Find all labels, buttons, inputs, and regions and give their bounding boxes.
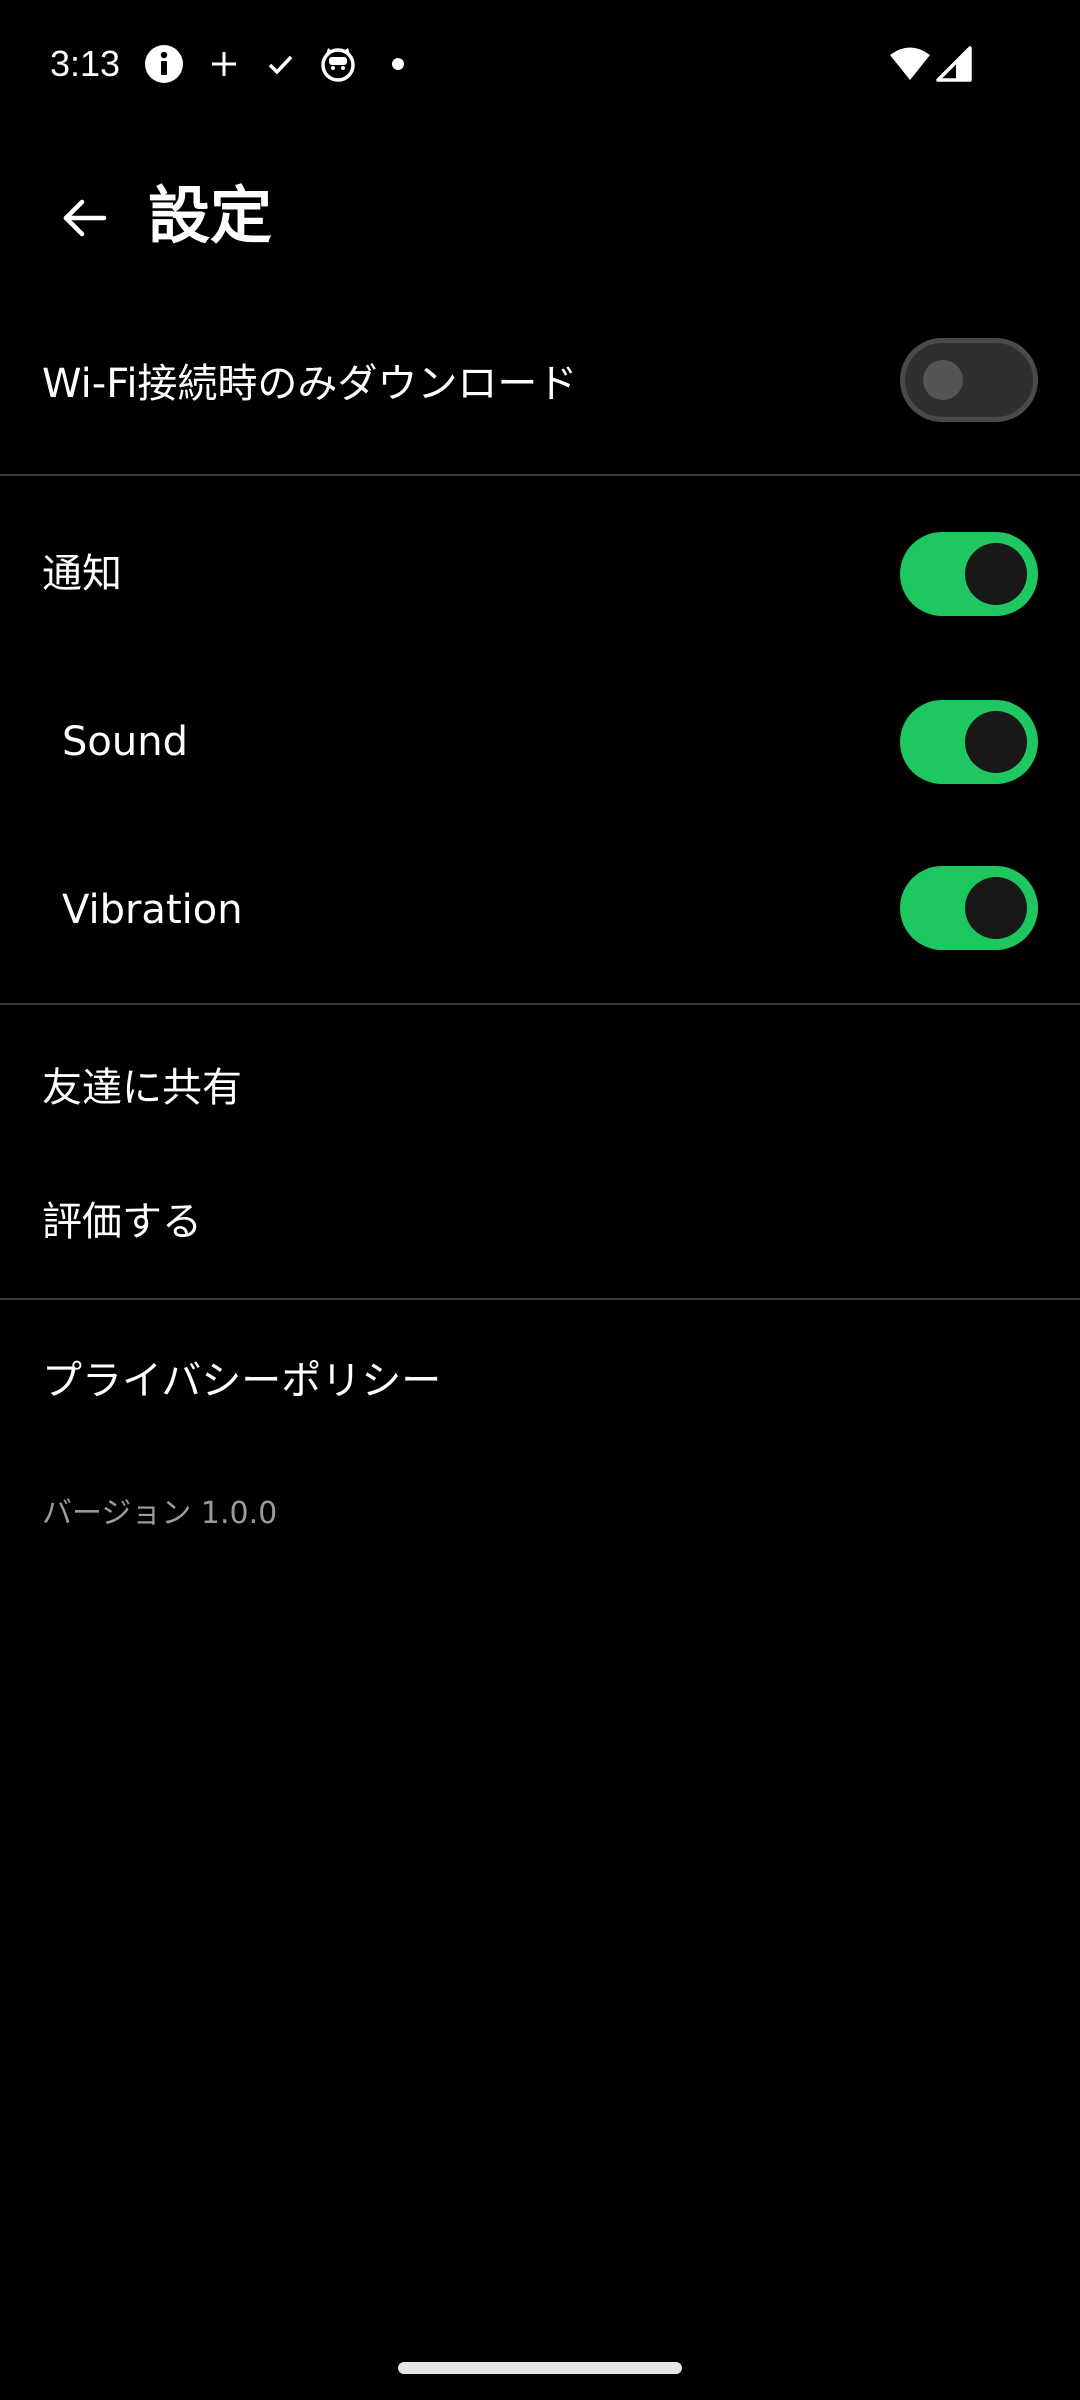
divider	[0, 474, 1080, 476]
divider	[0, 1003, 1080, 1005]
sound-row[interactable]: Sound	[0, 678, 1080, 808]
notifications-row[interactable]: 通知	[0, 510, 1080, 640]
version-text: バージョン 1.0.0	[42, 1496, 278, 1531]
notifications-label: 通知	[42, 551, 122, 597]
vibration-row[interactable]: Vibration	[0, 846, 1080, 976]
app-bar: 設定	[0, 150, 1080, 280]
dot-icon	[378, 44, 418, 84]
privacy-policy-label: プライバシーポリシー	[42, 1358, 442, 1404]
switch-knob	[923, 360, 963, 400]
privacy-policy-row[interactable]: プライバシーポリシー	[0, 1320, 1080, 1440]
vibration-label: Vibration	[62, 887, 243, 933]
divider	[0, 1298, 1080, 1300]
wifi-only-label: Wi-Fi接続時のみダウンロード	[42, 361, 578, 407]
switch-knob	[965, 711, 1027, 773]
wifi-icon	[888, 44, 932, 84]
arrow-back-icon	[60, 194, 108, 246]
back-button[interactable]	[44, 180, 124, 260]
cat-face-icon	[318, 44, 358, 84]
plus-icon	[204, 44, 244, 84]
notifications-switch[interactable]	[900, 532, 1038, 616]
cellular-signal-icon	[934, 44, 974, 84]
page-title: 設定	[148, 179, 273, 252]
rate-row[interactable]: 評価する	[0, 1162, 1080, 1282]
wifi-only-row[interactable]: Wi-Fi接続時のみダウンロード	[0, 320, 1080, 450]
status-time: 3:13	[50, 43, 121, 84]
check-icon	[260, 44, 300, 84]
rate-label: 評価する	[42, 1199, 202, 1245]
share-label: 友達に共有	[42, 1065, 242, 1111]
home-indicator[interactable]	[398, 2362, 682, 2374]
sound-switch[interactable]	[900, 700, 1038, 784]
status-bar: 3:13	[0, 0, 1080, 130]
share-row[interactable]: 友達に共有	[0, 1028, 1080, 1148]
switch-knob	[965, 543, 1027, 605]
switch-knob	[965, 877, 1027, 939]
sound-label: Sound	[62, 719, 188, 765]
vibration-switch[interactable]	[900, 866, 1038, 950]
info-icon	[144, 44, 184, 84]
wifi-only-switch[interactable]	[900, 338, 1038, 422]
